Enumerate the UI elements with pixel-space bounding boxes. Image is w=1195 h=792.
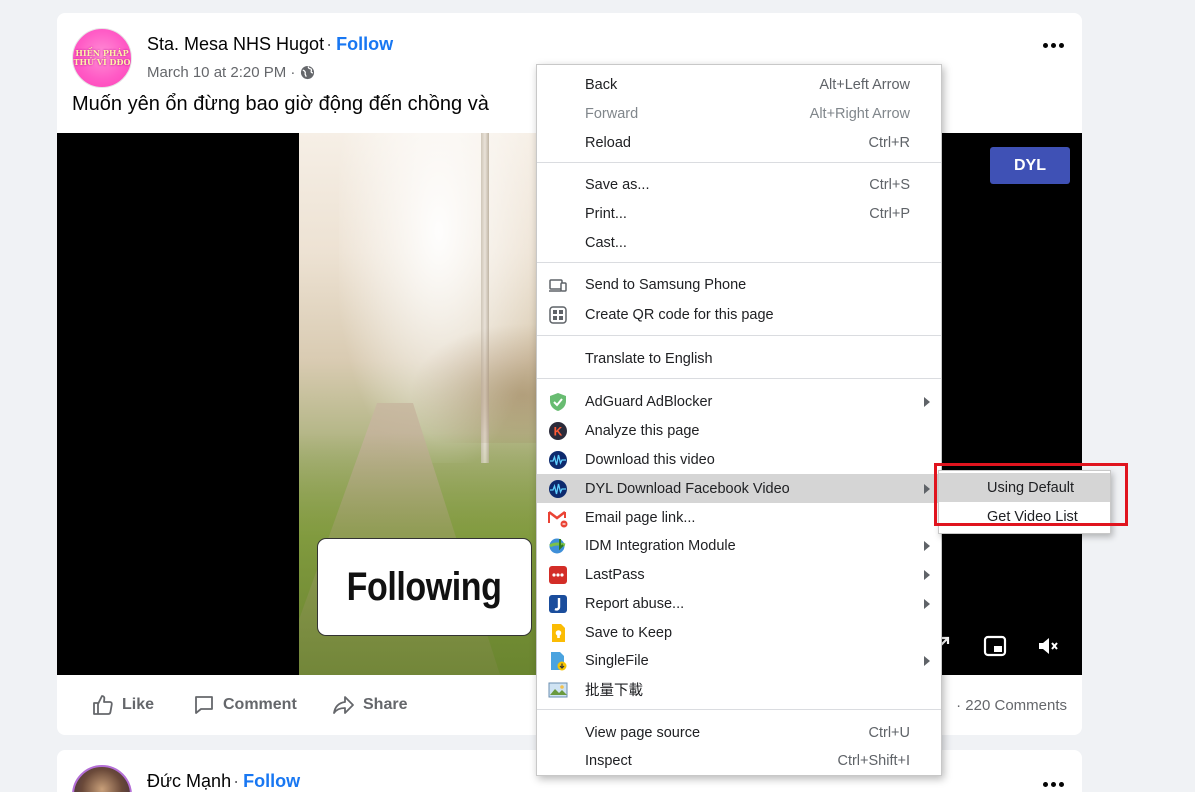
menu-item-dyl-download[interactable]: DYL Download Facebook Video	[537, 474, 941, 503]
menu-separator	[537, 262, 941, 263]
author-name-2[interactable]: Đức Mạnh	[147, 771, 231, 791]
email-icon	[548, 511, 568, 528]
post-caption: Muốn yên ổn đừng bao giờ động đến chồng …	[72, 93, 489, 115]
qr-code-icon	[549, 306, 567, 324]
report-abuse-icon	[549, 595, 567, 613]
menu-separator	[537, 162, 941, 163]
menu-item-save-to-keep[interactable]: Save to Keep	[537, 618, 941, 647]
post-timestamp[interactable]: March 10 at 2:20 PM ·	[147, 64, 295, 81]
share-button[interactable]: Share	[332, 693, 407, 717]
share-icon	[333, 696, 354, 714]
more-options-button[interactable]	[1041, 35, 1065, 55]
share-label: Share	[363, 696, 408, 713]
menu-item-forward[interactable]: Forward Alt+Right Arrow	[537, 99, 941, 128]
globe-icon	[301, 65, 315, 80]
menu-item-analyze[interactable]: K Analyze this page	[537, 416, 941, 445]
page-avatar[interactable]: HIẾN PHÁP THỨ VÌ DĐO	[72, 28, 132, 88]
menu-item-inspect[interactable]: Inspect Ctrl+Shift+I	[537, 746, 941, 775]
follow-button-2[interactable]: Follow	[243, 771, 300, 791]
lastpass-icon	[549, 566, 567, 584]
menu-item-report-abuse[interactable]: Report abuse...	[537, 589, 941, 618]
singlefile-icon	[551, 652, 567, 671]
highlight-annotation-box	[934, 463, 1128, 526]
menu-item-back[interactable]: Back Alt+Left Arrow	[537, 70, 941, 99]
comment-button[interactable]: Comment	[192, 693, 297, 717]
analyze-k-icon: K	[549, 422, 567, 440]
menu-item-reload[interactable]: Reload Ctrl+R	[537, 128, 941, 157]
menu-item-print[interactable]: Print... Ctrl+P	[537, 199, 941, 228]
adguard-shield-icon	[550, 393, 566, 411]
menu-item-download-video[interactable]: Download this video	[537, 445, 941, 474]
menu-separator	[537, 709, 941, 710]
dyl-icon	[549, 480, 567, 498]
post-meta: March 10 at 2:20 PM ·	[147, 64, 315, 81]
picture-in-picture-icon[interactable]	[982, 633, 1008, 659]
menu-item-singlefile[interactable]: SingleFile	[537, 646, 941, 675]
post-header: Sta. Mesa NHS Hugot · Follow	[147, 34, 393, 55]
comment-icon	[195, 696, 213, 714]
batch-download-icon	[548, 682, 568, 698]
menu-item-batch-download[interactable]: 批量下載	[537, 675, 941, 704]
keep-icon	[552, 624, 565, 642]
samsung-phone-icon	[549, 279, 567, 292]
menu-item-view-source[interactable]: View page source Ctrl+U	[537, 718, 941, 747]
avatar-text: HIẾN PHÁP THỨ VÌ DĐO	[73, 48, 131, 67]
menu-item-translate[interactable]: Translate to English	[537, 344, 941, 373]
mute-icon[interactable]	[1035, 633, 1061, 659]
dyl-download-button[interactable]: DYL	[990, 147, 1070, 184]
menu-separator	[537, 335, 941, 336]
post-header-2: Đức Mạnh · Follow	[147, 771, 300, 792]
menu-item-send-to-samsung[interactable]: Send to Samsung Phone	[537, 270, 941, 299]
menu-separator	[537, 378, 941, 379]
follow-button[interactable]: Follow	[336, 34, 393, 54]
context-menu: Back Alt+Left Arrow Forward Alt+Right Arro…	[536, 64, 942, 776]
author-name[interactable]: Sta. Mesa NHS Hugot	[147, 34, 324, 54]
menu-item-save-as[interactable]: Save as... Ctrl+S	[537, 170, 941, 199]
menu-item-lastpass[interactable]: LastPass	[537, 560, 941, 589]
idm-icon	[549, 538, 566, 554]
separator-dot: ·	[326, 34, 333, 54]
menu-item-create-qr[interactable]: Create QR code for this page	[537, 300, 941, 329]
menu-item-cast[interactable]: Cast...	[537, 228, 941, 257]
like-button[interactable]: Like	[91, 693, 154, 717]
separator-dot-2: ·	[233, 771, 240, 791]
comment-label: Comment	[223, 696, 297, 713]
menu-item-email-link[interactable]: Email page link...	[537, 503, 941, 532]
comments-count[interactable]: · 220 Comments	[956, 697, 1067, 714]
video-overlay-label: Following	[317, 538, 532, 636]
like-label: Like	[122, 696, 155, 713]
author-avatar-2[interactable]	[72, 765, 132, 792]
like-icon	[93, 695, 113, 715]
download-video-icon	[549, 451, 567, 469]
more-options-button-2[interactable]	[1041, 774, 1065, 792]
svg-text:K: K	[554, 425, 563, 439]
menu-item-idm[interactable]: IDM Integration Module	[537, 531, 941, 560]
menu-item-adguard[interactable]: AdGuard AdBlocker	[537, 387, 941, 416]
